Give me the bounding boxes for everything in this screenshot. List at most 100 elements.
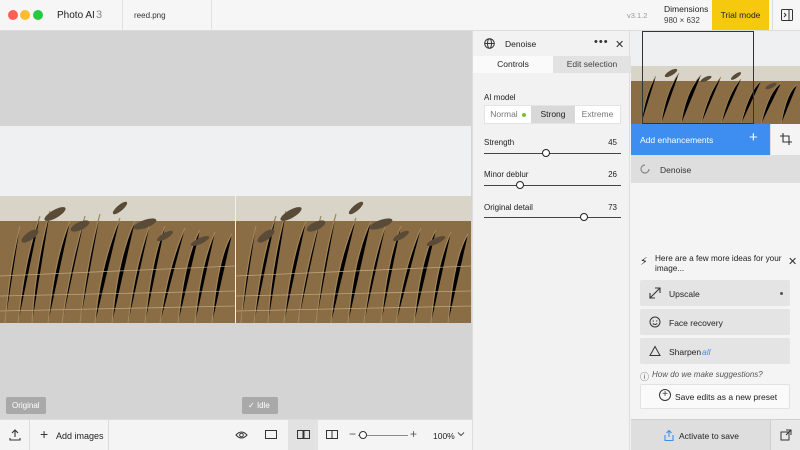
denoise-panel-title: Denoise (505, 39, 537, 49)
suggestion-upscale[interactable]: Upscale (640, 280, 790, 306)
bottom-toolbar: + Add images − + 100% (0, 419, 472, 450)
ai-model-label: AI model (484, 93, 516, 102)
file-tab[interactable]: reed.png (122, 0, 212, 31)
save-preset-label: Save edits as a new preset (675, 392, 778, 402)
tab-controls[interactable]: Controls (473, 56, 553, 73)
eye-icon (235, 431, 248, 439)
upload-icon (9, 429, 21, 441)
status-dot-icon (780, 292, 783, 295)
denoise-panel-header: Denoise ••• ✕ (473, 31, 631, 56)
minor-deblur-slider-track[interactable] (484, 185, 621, 186)
tab-edit-selection[interactable]: Edit selection (553, 56, 631, 73)
original-detail-slider-track[interactable] (484, 217, 621, 218)
triangle-icon (649, 345, 661, 356)
title-bar: Photo AI 3 reed.png v3.1.2 Dimensions 98… (0, 0, 800, 31)
save-preset-button[interactable]: + Save edits as a new preset (640, 384, 790, 409)
preview-toggle-button[interactable] (232, 420, 252, 450)
share-upload-icon (664, 430, 674, 441)
more-options-icon[interactable]: ••• (594, 36, 609, 48)
check-icon: ✓ (248, 401, 255, 410)
side-by-side-icon (297, 430, 310, 439)
thumbnail-selection-frame (642, 31, 754, 124)
minor-deblur-label: Minor deblur (484, 170, 529, 179)
export-settings-button[interactable] (770, 419, 800, 450)
close-window-button[interactable] (8, 10, 18, 20)
close-icon[interactable]: ✕ (615, 38, 624, 51)
side-by-side-view-button[interactable] (288, 420, 318, 450)
recommended-dot-icon (521, 112, 526, 117)
model-normal-label: Normal (490, 109, 518, 119)
single-view-icon (265, 430, 277, 439)
suggestion-label: Face recovery (669, 318, 723, 328)
crop-icon (780, 133, 792, 145)
reed-photo-image (0, 126, 235, 323)
activate-label: Activate to save (679, 431, 740, 441)
app-name: Photo AI (57, 10, 95, 21)
plus-circle-icon: + (659, 389, 671, 401)
add-images-button[interactable]: + Add images (31, 420, 109, 450)
split-view-icon (326, 430, 338, 439)
sharpen-all-link[interactable]: all (702, 347, 711, 357)
trial-mode-button[interactable]: Trial mode (712, 0, 769, 30)
reed-photo-processed-image (236, 126, 471, 323)
zoom-out-button[interactable]: − (349, 427, 356, 441)
model-option-extreme[interactable]: Extreme (575, 106, 620, 123)
strength-label: Strength (484, 138, 515, 147)
original-detail-value: 73 (608, 203, 617, 212)
add-images-label: Add images (56, 431, 104, 441)
dimensions-value: 980 × 632 (664, 16, 700, 25)
suggestions-intro: Here are a few more ideas for your image… (655, 254, 782, 273)
lightning-bolt-icon: ⚡ (640, 256, 648, 268)
crop-button[interactable] (770, 124, 800, 155)
activate-to-save-button[interactable]: Activate to save (631, 419, 770, 450)
idle-status-label: Idle (256, 401, 270, 410)
maximize-window-button[interactable] (33, 10, 43, 20)
zoom-in-button[interactable]: + (410, 427, 417, 441)
how-suggestions-link[interactable]: How do we make suggestions? (652, 370, 763, 379)
panel-toggle-button[interactable] (772, 0, 800, 30)
single-view-button[interactable] (262, 420, 282, 450)
suggestion-label: Sharpen (669, 347, 702, 357)
sidebar-toggle-icon (781, 9, 793, 21)
image-thumbnail[interactable] (631, 31, 800, 124)
original-detail-label: Original detail (484, 203, 533, 212)
strength-value: 45 (608, 138, 617, 147)
ai-model-selector: Normal Strong Extreme (484, 105, 621, 124)
plus-icon: + (40, 426, 49, 442)
original-detail-slider-thumb[interactable] (580, 213, 588, 221)
enhancement-item-denoise[interactable]: Denoise (631, 155, 800, 183)
suggestion-face-recovery[interactable]: Face recovery (640, 309, 790, 335)
model-option-strong[interactable]: Strong (531, 106, 575, 123)
expand-arrows-icon (649, 287, 661, 299)
enhancements-panel: Add enhancements + Denoise ⚡ Here are a … (631, 31, 800, 450)
strength-slider-thumb[interactable] (541, 149, 550, 157)
chevron-down-icon[interactable] (457, 430, 465, 438)
file-name: reed.png (134, 11, 166, 20)
denoise-globe-icon (484, 38, 495, 49)
minimize-window-button[interactable] (20, 10, 30, 20)
idle-status-tag: ✓ Idle (242, 397, 278, 414)
strength-slider-track[interactable] (484, 153, 621, 154)
original-tag: Original (6, 397, 46, 414)
split-view-button[interactable] (322, 420, 342, 450)
zoom-slider-thumb[interactable] (359, 431, 367, 439)
close-icon[interactable]: ✕ (788, 255, 797, 268)
suggestion-sharpen[interactable]: Sharpen all (640, 338, 790, 364)
upload-button[interactable] (0, 420, 30, 450)
image-canvas[interactable]: Original ✓ Idle (0, 31, 472, 419)
dimensions-label: Dimensions (664, 4, 709, 14)
add-enhancements-button[interactable]: Add enhancements + (631, 124, 770, 155)
processed-photo (236, 126, 471, 323)
enhancement-item-label: Denoise (660, 165, 692, 175)
version-label: v3.1.2 (627, 11, 648, 20)
app-version: 3 (96, 9, 103, 21)
export-gear-icon (780, 429, 792, 441)
zoom-level[interactable]: 100% (433, 431, 455, 441)
info-icon: ⓘ (640, 372, 650, 382)
model-option-normal[interactable]: Normal (485, 106, 531, 123)
denoise-panel: Denoise ••• ✕ Controls Edit selection AI… (472, 31, 631, 450)
loading-spinner-icon (640, 164, 650, 174)
suggestion-label: Upscale (669, 289, 700, 299)
minor-deblur-slider-thumb[interactable] (515, 181, 524, 189)
minor-deblur-value: 26 (608, 170, 617, 179)
